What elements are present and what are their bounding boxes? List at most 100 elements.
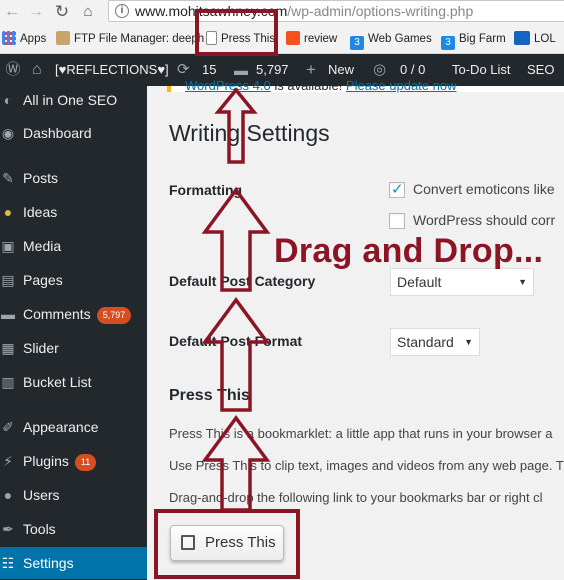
default-category-value: Default bbox=[397, 274, 442, 290]
bookmark-label: FTP File Manager: deeph bbox=[74, 33, 205, 45]
default-category-label: Default Post Category bbox=[169, 273, 316, 289]
correct-nesting-label: WordPress should corr bbox=[413, 212, 556, 228]
user-icon: ● bbox=[3, 487, 13, 503]
sidebar-item-label-wrap: Comments 5,797 bbox=[23, 298, 132, 330]
bookmark-lol[interactable]: LOL bbox=[514, 30, 556, 48]
sidebar-item-label: Settings bbox=[23, 555, 74, 571]
forward-icon[interactable]: → bbox=[26, 2, 46, 22]
admin-sidebar: ◐ All in One SEO ◉ Dashboard ✎ Posts ● I… bbox=[0, 86, 147, 580]
home-icon[interactable]: ⌂ bbox=[32, 54, 42, 86]
sidebar-item-dashboard[interactable]: ◉ Dashboard bbox=[0, 117, 147, 149]
update-notice-text: WordPress 4.0 is available! Please updat… bbox=[185, 78, 457, 93]
bookmarks-bar: Apps FTP File Manager: deeph Press This … bbox=[0, 24, 564, 54]
three-icon: 3 bbox=[350, 36, 364, 50]
convert-emoticons-label: Convert emoticons like bbox=[413, 181, 555, 197]
back-icon[interactable]: ← bbox=[2, 2, 22, 22]
plugins-badge: 11 bbox=[74, 454, 97, 471]
bookmark-label: Press This bbox=[221, 33, 276, 45]
drag-and-drop-annotation: Drag and Drop... bbox=[274, 232, 544, 270]
chevron-down-icon: ▼ bbox=[464, 337, 473, 347]
three-icon: 3 bbox=[441, 36, 455, 50]
wordpress-version-link[interactable]: WordPress 4.0 bbox=[185, 78, 271, 93]
page-icon: ▤ bbox=[1, 272, 15, 288]
todo-list-link[interactable]: To-Do List bbox=[452, 54, 511, 86]
default-category-select[interactable]: Default ▼ bbox=[390, 268, 534, 296]
comments-badge: 5,797 bbox=[96, 307, 132, 324]
dashboard-icon: ◉ bbox=[1, 125, 15, 141]
comment-icon: ▬ bbox=[1, 306, 15, 322]
press-this-button-label: Press This bbox=[205, 534, 276, 551]
seo-icon: ◐ bbox=[3, 92, 13, 108]
bookmark-label: Web Games bbox=[368, 33, 432, 45]
sidebar-item-appearance[interactable]: ✐ Appearance bbox=[0, 411, 147, 443]
url-host: www.mohitsawhney.com bbox=[135, 3, 288, 19]
sidebar-item-label: Comments bbox=[23, 306, 91, 322]
sidebar-item-label: Posts bbox=[23, 170, 59, 186]
brush-icon: ✐ bbox=[2, 419, 14, 435]
bookmark-apps[interactable]: Apps bbox=[2, 30, 46, 48]
sidebar-item-slider[interactable]: ▦ Slider bbox=[0, 332, 147, 364]
address-bar[interactable]: i www.mohitsawhney.com/wp-admin/options-… bbox=[108, 0, 564, 22]
press-this-bookmarklet-button[interactable]: Press This bbox=[170, 525, 284, 561]
apps-grid-icon bbox=[2, 31, 16, 45]
sidebar-item-label: Slider bbox=[23, 340, 59, 356]
lol-icon bbox=[514, 31, 530, 45]
sidebar-item-bucket-list[interactable]: ▥ Bucket List bbox=[0, 366, 147, 398]
bookmark-label: Big Farm bbox=[459, 33, 506, 45]
sidebar-item-posts[interactable]: ✎ Posts bbox=[0, 162, 147, 194]
wordpress-logo-icon[interactable]: Ⓦ bbox=[0, 54, 26, 86]
seo-link[interactable]: SEO bbox=[527, 54, 554, 86]
plug-icon: ⚡ bbox=[3, 453, 13, 469]
update-now-link[interactable]: Please update now bbox=[346, 78, 457, 93]
bookmark-label: LOL bbox=[534, 33, 556, 45]
press-this-instructions: Drag-and-drop the following link to your… bbox=[169, 490, 543, 505]
sidebar-item-label: Bucket List bbox=[23, 374, 92, 390]
formatting-label: Formatting bbox=[169, 182, 243, 198]
sidebar-item-label: Tools bbox=[23, 521, 56, 537]
sidebar-item-comments[interactable]: ▬ Comments 5,797 bbox=[0, 298, 147, 330]
convert-emoticons-checkbox[interactable] bbox=[389, 180, 405, 198]
bookmark-big-farm[interactable]: 3 Big Farm bbox=[441, 30, 506, 50]
sidebar-item-label: All in One SEO bbox=[23, 92, 118, 108]
sidebar-item-label: Media bbox=[23, 238, 62, 254]
default-format-value: Standard bbox=[397, 334, 454, 350]
bookmark-review[interactable]: review bbox=[286, 30, 337, 48]
bookmark-web-games[interactable]: 3 Web Games bbox=[350, 30, 432, 50]
notice-mid-text: is available! bbox=[270, 78, 346, 93]
chevron-down-icon: ▼ bbox=[518, 277, 527, 287]
sidebar-item-label-wrap: Plugins 11 bbox=[23, 445, 97, 477]
page-icon bbox=[206, 31, 217, 45]
sidebar-item-label: Users bbox=[23, 487, 60, 503]
press-this-usage: Use Press This to clip text, images and … bbox=[169, 458, 564, 473]
sidebar-item-ideas[interactable]: ● Ideas bbox=[0, 196, 147, 228]
sidebar-item-tools[interactable]: ✒ Tools bbox=[0, 513, 147, 545]
ftp-icon bbox=[56, 31, 70, 45]
site-name-link[interactable]: [♥REFLECTIONS♥] bbox=[55, 54, 169, 86]
bookmark-press-this[interactable]: Press This bbox=[206, 30, 275, 48]
default-format-select[interactable]: Standard ▼ bbox=[390, 328, 480, 356]
sidebar-item-label: Appearance bbox=[23, 419, 99, 435]
info-icon[interactable]: i bbox=[115, 4, 129, 18]
url-text: www.mohitsawhney.com/wp-admin/options-wr… bbox=[135, 3, 473, 19]
edit-icon bbox=[181, 535, 195, 550]
correct-nesting-checkbox[interactable] bbox=[389, 213, 405, 229]
home-icon[interactable]: ⌂ bbox=[78, 2, 98, 22]
sidebar-item-label: Dashboard bbox=[23, 125, 92, 141]
pin-icon: ✎ bbox=[2, 170, 14, 186]
sidebar-item-all-in-one-seo[interactable]: ◐ All in One SEO bbox=[0, 84, 147, 116]
sidebar-item-media[interactable]: ▣ Media bbox=[0, 230, 147, 262]
bookmark-label: Apps bbox=[20, 33, 47, 45]
sidebar-item-label: Ideas bbox=[23, 204, 58, 220]
sidebar-item-pages[interactable]: ▤ Pages bbox=[0, 264, 147, 296]
sidebar-item-settings[interactable]: ☷ Settings bbox=[0, 547, 147, 579]
press-this-description: Press This is a bookmarklet: a little ap… bbox=[169, 426, 553, 441]
settings-icon: ☷ bbox=[1, 555, 15, 571]
review-icon bbox=[286, 31, 300, 45]
main-content: WordPress 4.0 is available! Please updat… bbox=[147, 78, 564, 580]
wrench-icon: ✒ bbox=[2, 521, 14, 537]
slider-icon: ▦ bbox=[1, 340, 15, 356]
bookmark-ftp-file-manager[interactable]: FTP File Manager: deeph bbox=[56, 30, 204, 48]
reload-icon[interactable]: ↻ bbox=[52, 2, 72, 22]
sidebar-item-users[interactable]: ● Users bbox=[0, 479, 147, 511]
sidebar-item-plugins[interactable]: ⚡ Plugins 11 bbox=[0, 445, 147, 477]
